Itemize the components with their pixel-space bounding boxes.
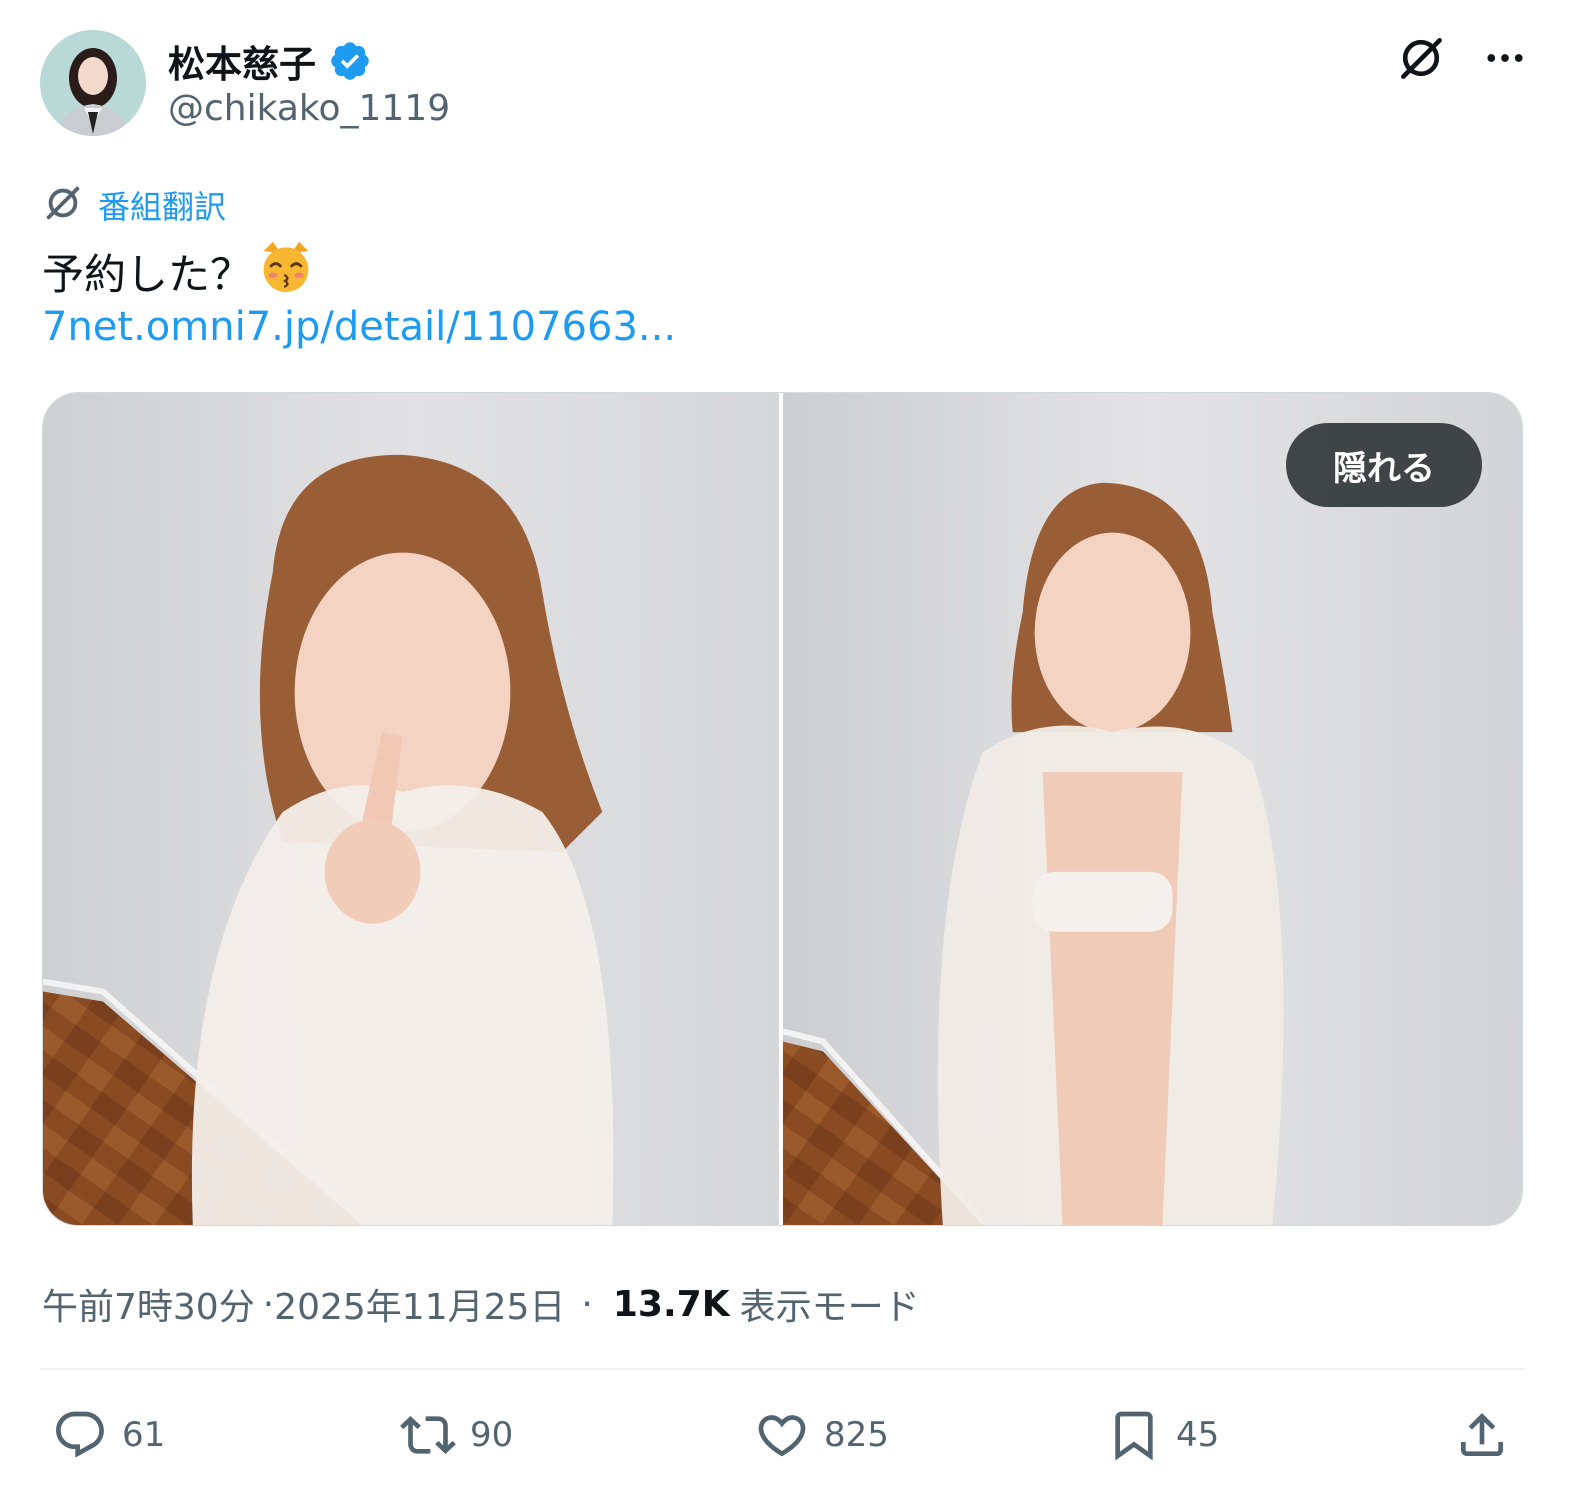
post-body: 予約した？ bbox=[42, 249, 253, 299]
meta-dot: · bbox=[581, 1283, 593, 1325]
verified-badge-icon bbox=[328, 39, 372, 83]
reply-icon bbox=[56, 1411, 104, 1458]
avatar[interactable] bbox=[40, 30, 146, 136]
bookmark-icon bbox=[1115, 1411, 1153, 1461]
kissing-cat-emoji-icon bbox=[258, 238, 314, 304]
post-time[interactable]: 午前7時30分 bbox=[42, 1278, 255, 1330]
repost-count: 90 bbox=[470, 1415, 514, 1455]
photo-2[interactable]: 隠れる bbox=[783, 393, 1522, 1225]
like-count: 825 bbox=[824, 1415, 889, 1455]
author-name[interactable]: 松本慈子 bbox=[168, 34, 316, 88]
hide-media-button[interactable]: 隠れる bbox=[1286, 423, 1482, 507]
repost-icon bbox=[400, 1416, 456, 1454]
post-text: 予約した？ bbox=[42, 238, 314, 304]
post-link[interactable]: 7net.omni7.jp/detail/1107663... bbox=[42, 304, 676, 350]
reply-count: 61 bbox=[122, 1415, 166, 1455]
grok-icon[interactable] bbox=[1393, 30, 1449, 86]
meta-separator: · bbox=[262, 1283, 275, 1325]
photo-1[interactable] bbox=[43, 393, 779, 1225]
views-label: 表示モード bbox=[739, 1287, 920, 1328]
divider bbox=[40, 1368, 1525, 1370]
action-bar: 61 90 825 45 bbox=[52, 1400, 1522, 1470]
views-count[interactable]: 13.7K bbox=[613, 1284, 730, 1325]
repost-button[interactable]: 90 bbox=[400, 1400, 513, 1470]
share-button[interactable] bbox=[1454, 1400, 1510, 1470]
more-icon[interactable] bbox=[1477, 30, 1533, 86]
author-handle[interactable]: @chikako_1119 bbox=[168, 88, 450, 129]
media-grid: 隠れる bbox=[42, 392, 1523, 1226]
translate-label: 番組翻訳 bbox=[98, 188, 227, 226]
like-button[interactable]: 825 bbox=[754, 1400, 889, 1470]
bookmark-button[interactable]: 45 bbox=[1106, 1400, 1219, 1470]
grok-translate-icon bbox=[42, 182, 84, 228]
post-date[interactable]: 2025年11月25日 bbox=[274, 1278, 565, 1330]
translate-button[interactable]: 番組翻訳 bbox=[42, 182, 226, 228]
post-meta: 午前7時30分 · 2025年11月25日 · 13.7K 表示モード bbox=[42, 1278, 920, 1330]
bookmark-count: 45 bbox=[1176, 1415, 1220, 1455]
reply-button[interactable]: 61 bbox=[52, 1400, 165, 1470]
heart-icon bbox=[758, 1415, 806, 1457]
share-icon bbox=[1461, 1413, 1503, 1456]
